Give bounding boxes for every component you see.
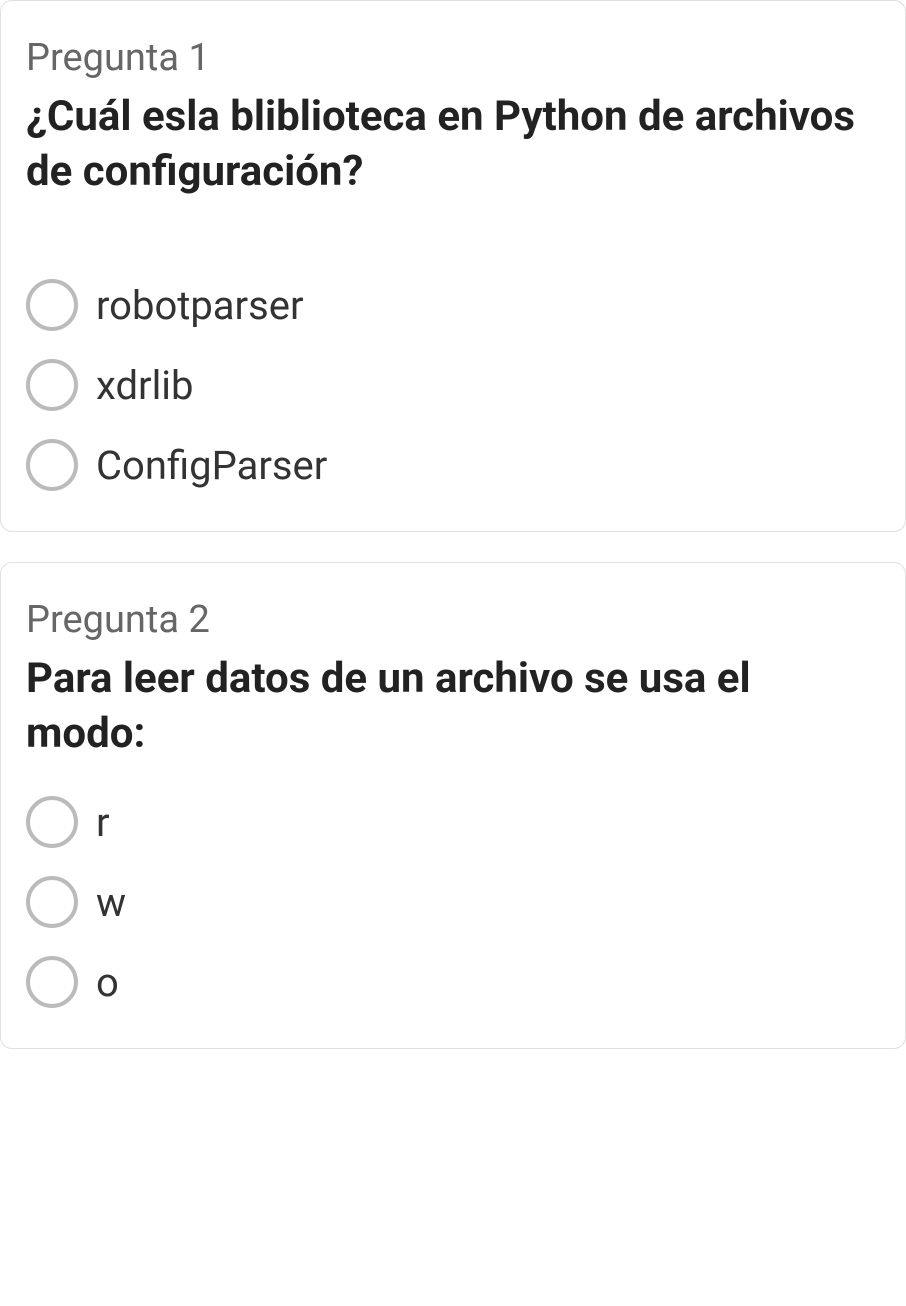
radio-icon[interactable] bbox=[26, 439, 78, 491]
option-row[interactable]: xdrlib bbox=[26, 359, 880, 411]
radio-icon[interactable] bbox=[26, 359, 78, 411]
options-list: robotparser xdrlib ConfigParser bbox=[26, 279, 880, 491]
option-label: r bbox=[96, 799, 110, 846]
option-row[interactable]: robotparser bbox=[26, 279, 880, 331]
radio-icon[interactable] bbox=[26, 796, 78, 848]
option-label: w bbox=[96, 879, 126, 926]
option-label: xdrlib bbox=[96, 362, 193, 409]
question-card-1: Pregunta 1 ¿Cuál esla bliblioteca en Pyt… bbox=[0, 0, 906, 532]
option-row[interactable]: o bbox=[26, 956, 880, 1008]
question-text: ¿Cuál esla bliblioteca en Python de arch… bbox=[26, 90, 880, 199]
option-label: o bbox=[96, 959, 119, 1006]
radio-icon[interactable] bbox=[26, 279, 78, 331]
radio-icon[interactable] bbox=[26, 956, 78, 1008]
option-row[interactable]: r bbox=[26, 796, 880, 848]
option-label: ConfigParser bbox=[96, 442, 327, 489]
question-number: Pregunta 2 bbox=[26, 598, 880, 642]
option-row[interactable]: ConfigParser bbox=[26, 439, 880, 491]
options-list: r w o bbox=[26, 796, 880, 1008]
question-text: Para leer datos de un archivo se usa el … bbox=[26, 652, 880, 761]
question-number: Pregunta 1 bbox=[26, 36, 880, 80]
option-row[interactable]: w bbox=[26, 876, 880, 928]
question-card-2: Pregunta 2 Para leer datos de un archivo… bbox=[0, 562, 906, 1049]
radio-icon[interactable] bbox=[26, 876, 78, 928]
option-label: robotparser bbox=[96, 282, 304, 329]
